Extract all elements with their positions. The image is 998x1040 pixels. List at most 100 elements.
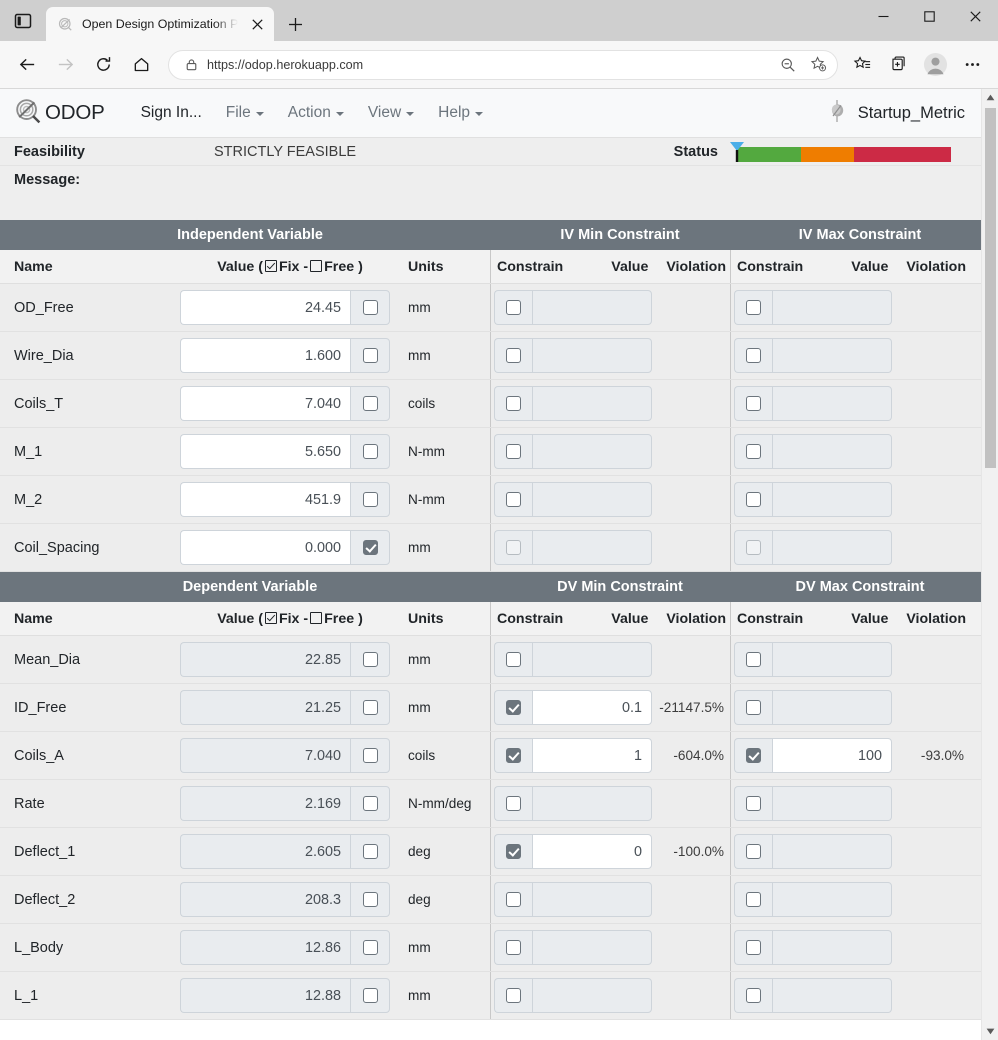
browser-tab[interactable]: Open Design Optimization Platfo (46, 7, 274, 41)
back-arrow-icon[interactable] (8, 48, 46, 82)
min-constrain-checkbox-cell[interactable] (494, 690, 532, 725)
nav-file[interactable]: File (214, 98, 276, 128)
min-constrain-checkbox-cell[interactable] (494, 338, 532, 373)
min-constrain-checkbox[interactable] (506, 700, 521, 715)
fix-checkbox[interactable] (362, 844, 378, 859)
max-constrain-checkbox[interactable] (746, 348, 761, 363)
min-constrain-checkbox-cell[interactable] (494, 738, 532, 773)
fix-checkbox[interactable] (362, 444, 378, 459)
max-constraint-value-input[interactable] (772, 642, 892, 677)
max-constraint-value-input[interactable] (772, 386, 892, 421)
collections-icon[interactable] (880, 48, 916, 82)
fix-checkbox-cell[interactable] (350, 530, 390, 565)
max-constrain-checkbox-cell[interactable] (734, 338, 772, 373)
max-constrain-checkbox[interactable] (746, 652, 761, 667)
max-constrain-checkbox-cell[interactable] (734, 642, 772, 677)
home-icon[interactable] (122, 48, 160, 82)
fix-checkbox[interactable] (362, 348, 378, 363)
max-constrain-checkbox-cell[interactable] (734, 482, 772, 517)
min-constrain-checkbox[interactable] (506, 988, 521, 1003)
fix-checkbox[interactable] (362, 988, 378, 1003)
max-constrain-checkbox[interactable] (746, 844, 761, 859)
max-constrain-checkbox[interactable] (746, 492, 761, 507)
min-constrain-checkbox[interactable] (506, 652, 521, 667)
min-constrain-checkbox-cell[interactable] (494, 482, 532, 517)
max-constraint-value-input[interactable]: 100 (772, 738, 892, 773)
fix-checkbox-cell[interactable] (350, 290, 390, 325)
min-constraint-value-input[interactable] (532, 642, 652, 677)
value-input[interactable]: 1.600 (180, 338, 350, 373)
min-constrain-checkbox[interactable] (506, 748, 521, 763)
nav-help[interactable]: Help (426, 98, 495, 128)
fix-checkbox-cell[interactable] (350, 738, 390, 773)
fix-checkbox-cell[interactable] (350, 690, 390, 725)
fix-checkbox[interactable] (362, 300, 378, 315)
min-constrain-checkbox-cell[interactable] (494, 978, 532, 1013)
value-input[interactable]: 2.169 (180, 786, 350, 821)
fix-checkbox[interactable] (362, 940, 378, 955)
min-constrain-checkbox-cell[interactable] (494, 882, 532, 917)
min-constraint-value-input[interactable] (532, 434, 652, 469)
max-constraint-value-input[interactable] (772, 530, 892, 565)
max-constrain-checkbox-cell[interactable] (734, 690, 772, 725)
max-constrain-checkbox-cell[interactable] (734, 530, 772, 565)
min-constrain-checkbox[interactable] (506, 540, 521, 555)
fix-checkbox[interactable] (362, 652, 378, 667)
fix-checkbox-cell[interactable] (350, 930, 390, 965)
min-constrain-checkbox-cell[interactable] (494, 530, 532, 565)
max-constraint-value-input[interactable] (772, 338, 892, 373)
fix-checkbox-cell[interactable] (350, 338, 390, 373)
min-constrain-checkbox-cell[interactable] (494, 834, 532, 869)
window-close-icon[interactable] (952, 0, 998, 32)
fix-checkbox[interactable] (362, 492, 378, 507)
min-constrain-checkbox[interactable] (506, 348, 521, 363)
close-icon[interactable] (246, 13, 268, 35)
min-constraint-value-input[interactable]: 1 (532, 738, 652, 773)
scroll-down-arrow-icon[interactable] (982, 1023, 998, 1040)
max-constrain-checkbox-cell[interactable] (734, 434, 772, 469)
max-constrain-checkbox[interactable] (746, 444, 761, 459)
min-constrain-checkbox-cell[interactable] (494, 786, 532, 821)
fix-checkbox[interactable] (362, 540, 378, 555)
more-ellipsis-icon[interactable] (954, 48, 990, 82)
nav-action[interactable]: Action (276, 98, 356, 128)
fix-checkbox-cell[interactable] (350, 434, 390, 469)
scrollbar-thumb[interactable] (985, 108, 996, 468)
max-constraint-value-input[interactable] (772, 786, 892, 821)
max-constrain-checkbox-cell[interactable] (734, 738, 772, 773)
value-input[interactable]: 22.85 (180, 642, 350, 677)
scroll-up-arrow-icon[interactable] (982, 89, 998, 106)
max-constrain-checkbox[interactable] (746, 748, 761, 763)
min-constrain-checkbox[interactable] (506, 396, 521, 411)
maximize-icon[interactable] (906, 0, 952, 32)
min-constraint-value-input[interactable] (532, 930, 652, 965)
fix-checkbox-cell[interactable] (350, 642, 390, 677)
refresh-icon[interactable] (84, 48, 122, 82)
min-constraint-value-input[interactable] (532, 978, 652, 1013)
max-constraint-value-input[interactable] (772, 482, 892, 517)
min-constrain-checkbox-cell[interactable] (494, 290, 532, 325)
min-constrain-checkbox-cell[interactable] (494, 642, 532, 677)
value-input[interactable]: 12.88 (180, 978, 350, 1013)
fix-checkbox[interactable] (362, 700, 378, 715)
max-constrain-checkbox-cell[interactable] (734, 386, 772, 421)
min-constrain-checkbox[interactable] (506, 796, 521, 811)
fix-checkbox-cell[interactable] (350, 386, 390, 421)
value-input[interactable]: 0.000 (180, 530, 350, 565)
min-constrain-checkbox-cell[interactable] (494, 434, 532, 469)
nav-view[interactable]: View (356, 98, 426, 128)
fix-checkbox[interactable] (362, 748, 378, 763)
value-input[interactable]: 12.86 (180, 930, 350, 965)
plus-icon[interactable] (278, 7, 312, 41)
fix-checkbox[interactable] (362, 396, 378, 411)
max-constraint-value-input[interactable] (772, 434, 892, 469)
min-constrain-checkbox[interactable] (506, 300, 521, 315)
fix-checkbox-cell[interactable] (350, 786, 390, 821)
max-constraint-value-input[interactable] (772, 690, 892, 725)
fix-checkbox-cell[interactable] (350, 834, 390, 869)
value-input[interactable]: 208.3 (180, 882, 350, 917)
max-constrain-checkbox[interactable] (746, 396, 761, 411)
min-constraint-value-input[interactable]: 0.1 (532, 690, 652, 725)
max-constrain-checkbox[interactable] (746, 540, 761, 555)
min-constrain-checkbox[interactable] (506, 844, 521, 859)
